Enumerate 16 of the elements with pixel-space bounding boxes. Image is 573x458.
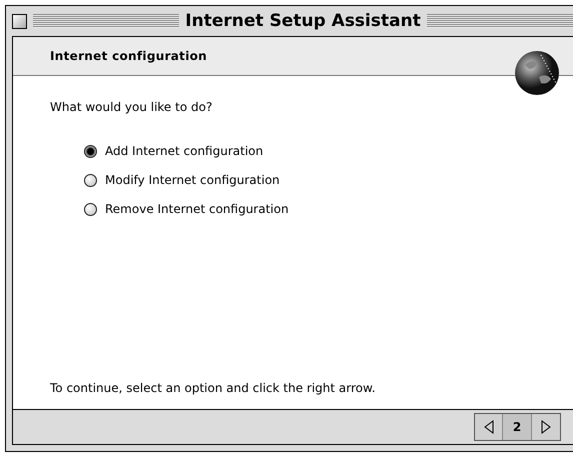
- close-box[interactable]: [12, 14, 27, 28]
- instruction-text: To continue, select an option and click the right arrow.: [50, 381, 376, 395]
- radio-option[interactable]: Modify Internet configuration: [84, 173, 573, 187]
- question-text: What would you like to do?: [50, 100, 214, 114]
- radio-option[interactable]: Remove Internet configuration: [84, 202, 573, 216]
- forward-button[interactable]: [532, 414, 560, 440]
- radio-option[interactable]: Add Internet configuration: [84, 144, 573, 158]
- radio-button[interactable]: [84, 202, 97, 216]
- right-triangle-icon: [541, 420, 551, 434]
- window-title: Internet Setup Assistant: [185, 11, 421, 31]
- radio-button[interactable]: [84, 144, 97, 158]
- radio-button[interactable]: [84, 174, 97, 186]
- back-button[interactable]: [475, 414, 503, 440]
- page-number: 2: [503, 414, 532, 440]
- left-triangle-icon: [484, 420, 494, 434]
- header-title: Internet configuration: [50, 49, 208, 63]
